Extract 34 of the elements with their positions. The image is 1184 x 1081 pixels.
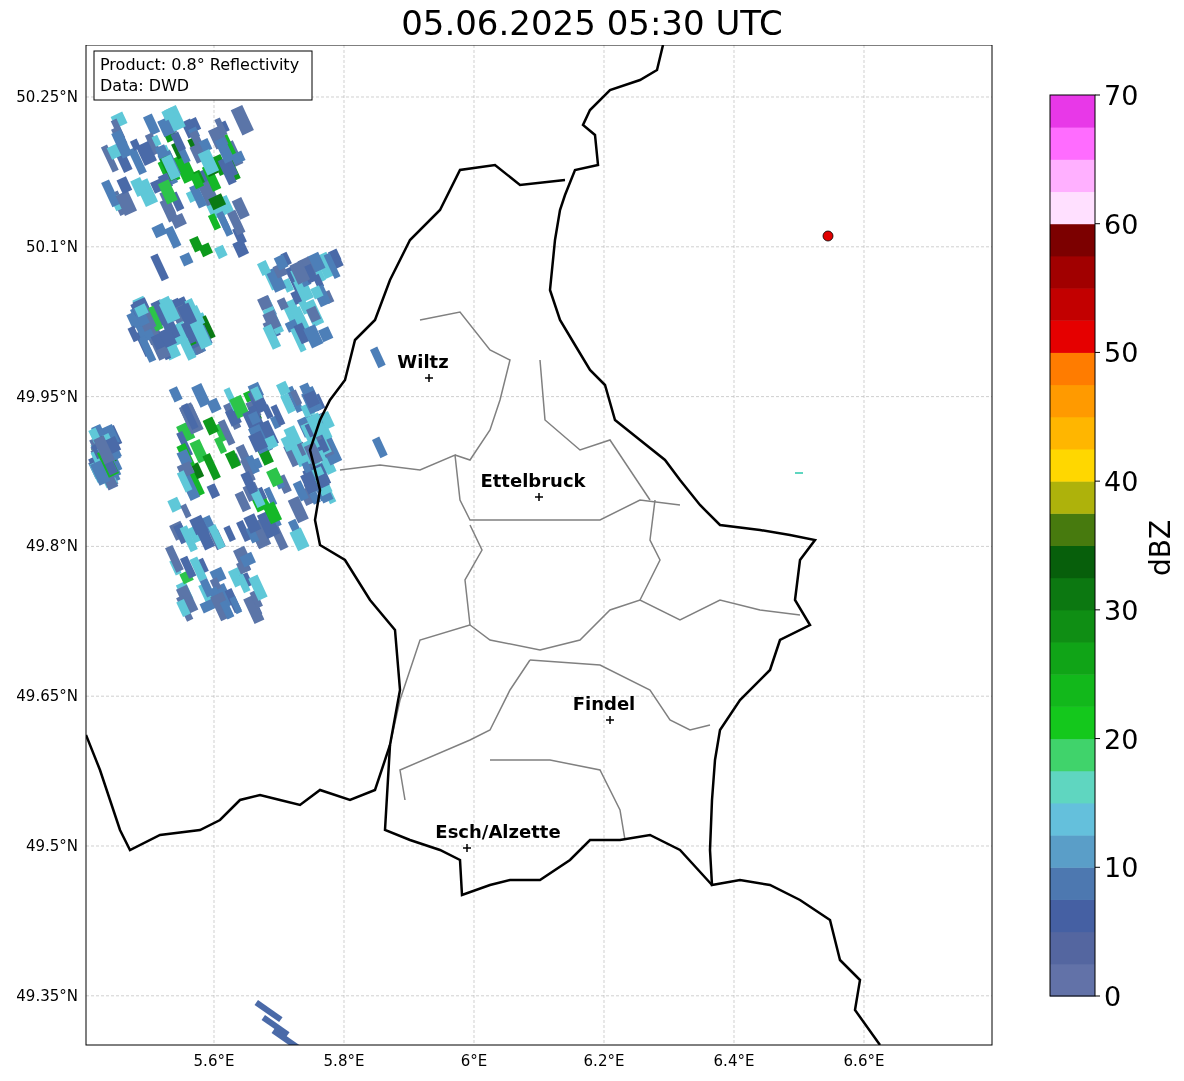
chart-title: 05.06.2025 05:30 UTC <box>401 2 783 43</box>
colorbar-tick-label: 60 <box>1104 208 1139 240</box>
station-marker <box>822 230 834 242</box>
colorbar-tick-label: 10 <box>1104 852 1139 884</box>
latitude-label: 49.35°N <box>16 986 78 1005</box>
longitude-label: 5.8°E <box>323 1052 365 1070</box>
latitude-label: 49.5°N <box>25 837 78 855</box>
city-label: Wiltz <box>397 351 449 372</box>
city-label: Esch/Alzette <box>435 821 561 842</box>
longitude-label: 6.6°E <box>843 1052 885 1070</box>
colorbar-tick-label: 20 <box>1104 723 1139 755</box>
longitude-label: 5.6°E <box>193 1052 235 1070</box>
city-label: Findel <box>572 693 636 714</box>
longitude-label: 6°E <box>460 1052 488 1070</box>
latitude-label: 49.95°N <box>16 387 78 406</box>
colorbar-tick-label: 30 <box>1104 594 1139 626</box>
info-text: Product: 0.8° Reflectivity <box>100 55 300 74</box>
colorbar-tick-label: 40 <box>1104 466 1139 498</box>
city-marker-icon <box>424 373 434 383</box>
city-marker-icon <box>605 715 615 725</box>
city-marker-icon <box>462 843 472 853</box>
latitude-label: 49.8°N <box>25 537 78 556</box>
latitude-label: 50.1°N <box>25 237 78 256</box>
colorbar-tick-label: 0 <box>1104 981 1122 1012</box>
city-label: Ettelbruck <box>480 470 586 491</box>
colorbar-tick-label: 50 <box>1104 337 1139 369</box>
latitude-label: 50.25°N <box>16 88 78 106</box>
longitude-label: 6.4°E <box>713 1052 755 1070</box>
info-text: Data: DWD <box>100 76 190 95</box>
colorbar-label: dBZ <box>1144 519 1177 577</box>
latitude-label: 49.65°N <box>16 687 78 706</box>
colorbar-tick-label: 70 <box>1104 80 1139 111</box>
longitude-label: 6.2°E <box>583 1052 625 1070</box>
city-marker-icon <box>534 492 544 502</box>
